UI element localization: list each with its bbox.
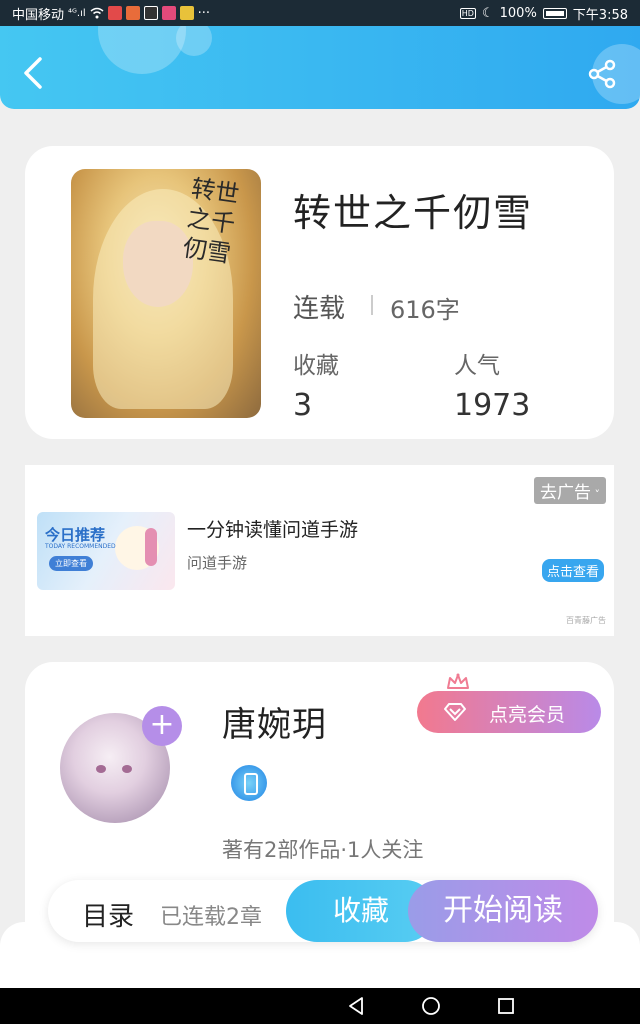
avatar-eye (96, 765, 106, 773)
popularity-count: 1973 (454, 388, 531, 423)
battery-icon (542, 7, 567, 19)
cover-illustration-face (123, 221, 193, 307)
chevron-down-icon: ˅ (591, 488, 600, 501)
clock: 下午3:58 (572, 7, 628, 23)
ad-image[interactable]: 今日推荐 TODAY RECOMMENDED 立即查看 (37, 512, 175, 590)
app-notification-icon (143, 6, 158, 20)
carrier-label: 中国移动 (12, 7, 65, 23)
action-bar: 目录 已连载2章 收藏 开始阅读 (48, 880, 598, 942)
nav-recents-icon[interactable] (496, 996, 516, 1016)
word-count: 616字 (390, 296, 460, 324)
wifi-icon (90, 6, 104, 20)
author-badge-icon[interactable] (231, 765, 267, 801)
system-navigation-bar (0, 988, 640, 1024)
favorites-label: 收藏 (293, 353, 339, 379)
header-bar (0, 26, 640, 109)
remove-ad-label: 去广告 (540, 483, 591, 503)
decorative-bubble (176, 26, 212, 56)
ad-source: 百青藤广告 (566, 616, 606, 625)
remove-ad-button[interactable]: 去广告 ˅ (534, 477, 606, 504)
chapter-count[interactable]: 已连载2章 (160, 899, 262, 931)
vip-button-label: 点亮会员 (489, 704, 566, 726)
back-button[interactable] (18, 56, 48, 90)
toc-button[interactable]: 目录 (82, 896, 134, 933)
app-notification-icon (125, 6, 140, 20)
ad-title[interactable]: 一分钟读懂问道手游 (187, 515, 358, 542)
status-bar: 中国移动 ⁴ᴳ.ıl ··· HD ☾ 100% 下午3:58 (0, 0, 640, 26)
share-icon (588, 59, 616, 89)
app-notification-icon (161, 6, 176, 20)
crown-icon (447, 673, 469, 689)
nav-home-icon[interactable] (421, 996, 441, 1016)
start-reading-button[interactable]: 开始阅读 (408, 880, 598, 942)
meta-divider (371, 295, 373, 315)
favorites-count: 3 (293, 388, 313, 423)
ad-subtitle: 问道手游 (187, 554, 248, 572)
cover-title-art: 转世之千仞雪 (181, 174, 241, 269)
serial-status: 连载 (293, 294, 346, 324)
author-stats: 著有2部作品·1人关注 (222, 838, 424, 862)
follow-button[interactable]: + (142, 706, 182, 746)
app-notification-icon (179, 6, 194, 20)
moon-icon: ☾ (481, 5, 494, 21)
nav-back-icon[interactable] (346, 996, 366, 1016)
decorative-bubble (98, 26, 186, 74)
share-button[interactable] (586, 58, 618, 90)
book-title: 转世之千仞雪 (293, 191, 534, 235)
app-notification-icon (107, 6, 122, 20)
hd-icon: HD (459, 7, 476, 19)
ad-cta-button[interactable]: 点击查看 (541, 559, 604, 582)
battery-percent: 100% (499, 5, 537, 21)
book-cover-image[interactable]: 转世之千仞雪 (71, 169, 261, 418)
chevron-left-icon (24, 57, 42, 89)
more-notifications-icon: ··· (197, 5, 211, 21)
signal-indicator: ⁴ᴳ.ıl (68, 7, 86, 19)
vip-button[interactable]: 点亮会员 (417, 691, 601, 733)
diamond-icon (444, 703, 466, 721)
author-name: 唐婉玥 (222, 705, 327, 745)
ad-image-figure (145, 528, 157, 566)
ad-banner[interactable]: 去广告 ˅ 今日推荐 TODAY RECOMMENDED 立即查看 一分钟读懂问… (25, 465, 614, 636)
popularity-label: 人气 (454, 353, 500, 379)
ad-image-subtitle: TODAY RECOMMENDED (45, 543, 116, 550)
avatar-eye (122, 765, 132, 773)
ad-image-title: 今日推荐 (45, 526, 106, 544)
ad-image-button: 立即查看 (49, 556, 93, 571)
book-info-card: 转世之千仞雪 转世之千仞雪 连载 616字 收藏 3 人气 1973 (25, 146, 614, 439)
